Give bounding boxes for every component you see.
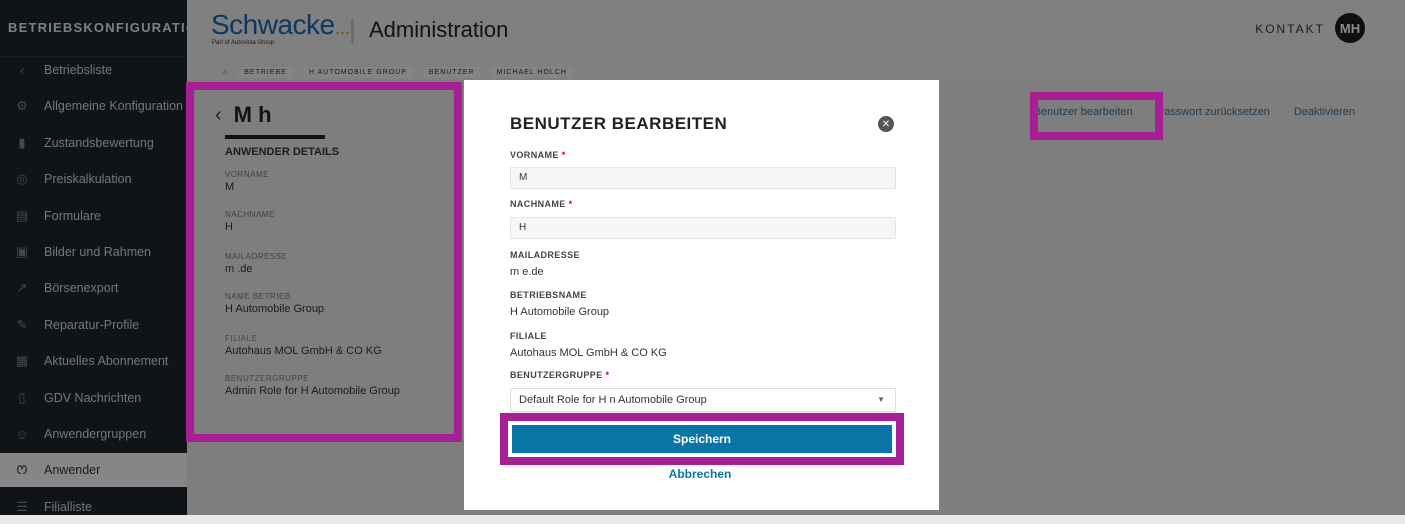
- close-icon[interactable]: ✕: [878, 116, 894, 132]
- cancel-link[interactable]: Abbrechen: [640, 467, 760, 481]
- benutzergruppe-select[interactable]: Default Role for H n Automobile Group ▼: [510, 388, 896, 412]
- chevron-down-icon: ▼: [877, 395, 885, 404]
- filiale-label: FILIALE: [510, 331, 547, 341]
- mail-value: m e.de: [510, 266, 544, 278]
- nachname-field[interactable]: H: [510, 217, 896, 239]
- filiale-value: Autohaus MOL GmbH & CO KG: [510, 347, 667, 359]
- benutzergruppe-label: BENUTZERGRUPPE *: [510, 370, 610, 380]
- nachname-label: NACHNAME *: [510, 199, 573, 209]
- betrieb-value: H Automobile Group: [510, 306, 610, 318]
- save-button[interactable]: Speichern: [512, 425, 892, 453]
- vorname-label: VORNAME *: [510, 150, 566, 160]
- betrieb-label: BETRIEBSNAME: [510, 290, 587, 300]
- mail-label: MAILADRESSE: [510, 250, 580, 260]
- vorname-field[interactable]: M: [510, 167, 896, 189]
- modal-title: BENUTZER BEARBEITEN: [510, 114, 728, 133]
